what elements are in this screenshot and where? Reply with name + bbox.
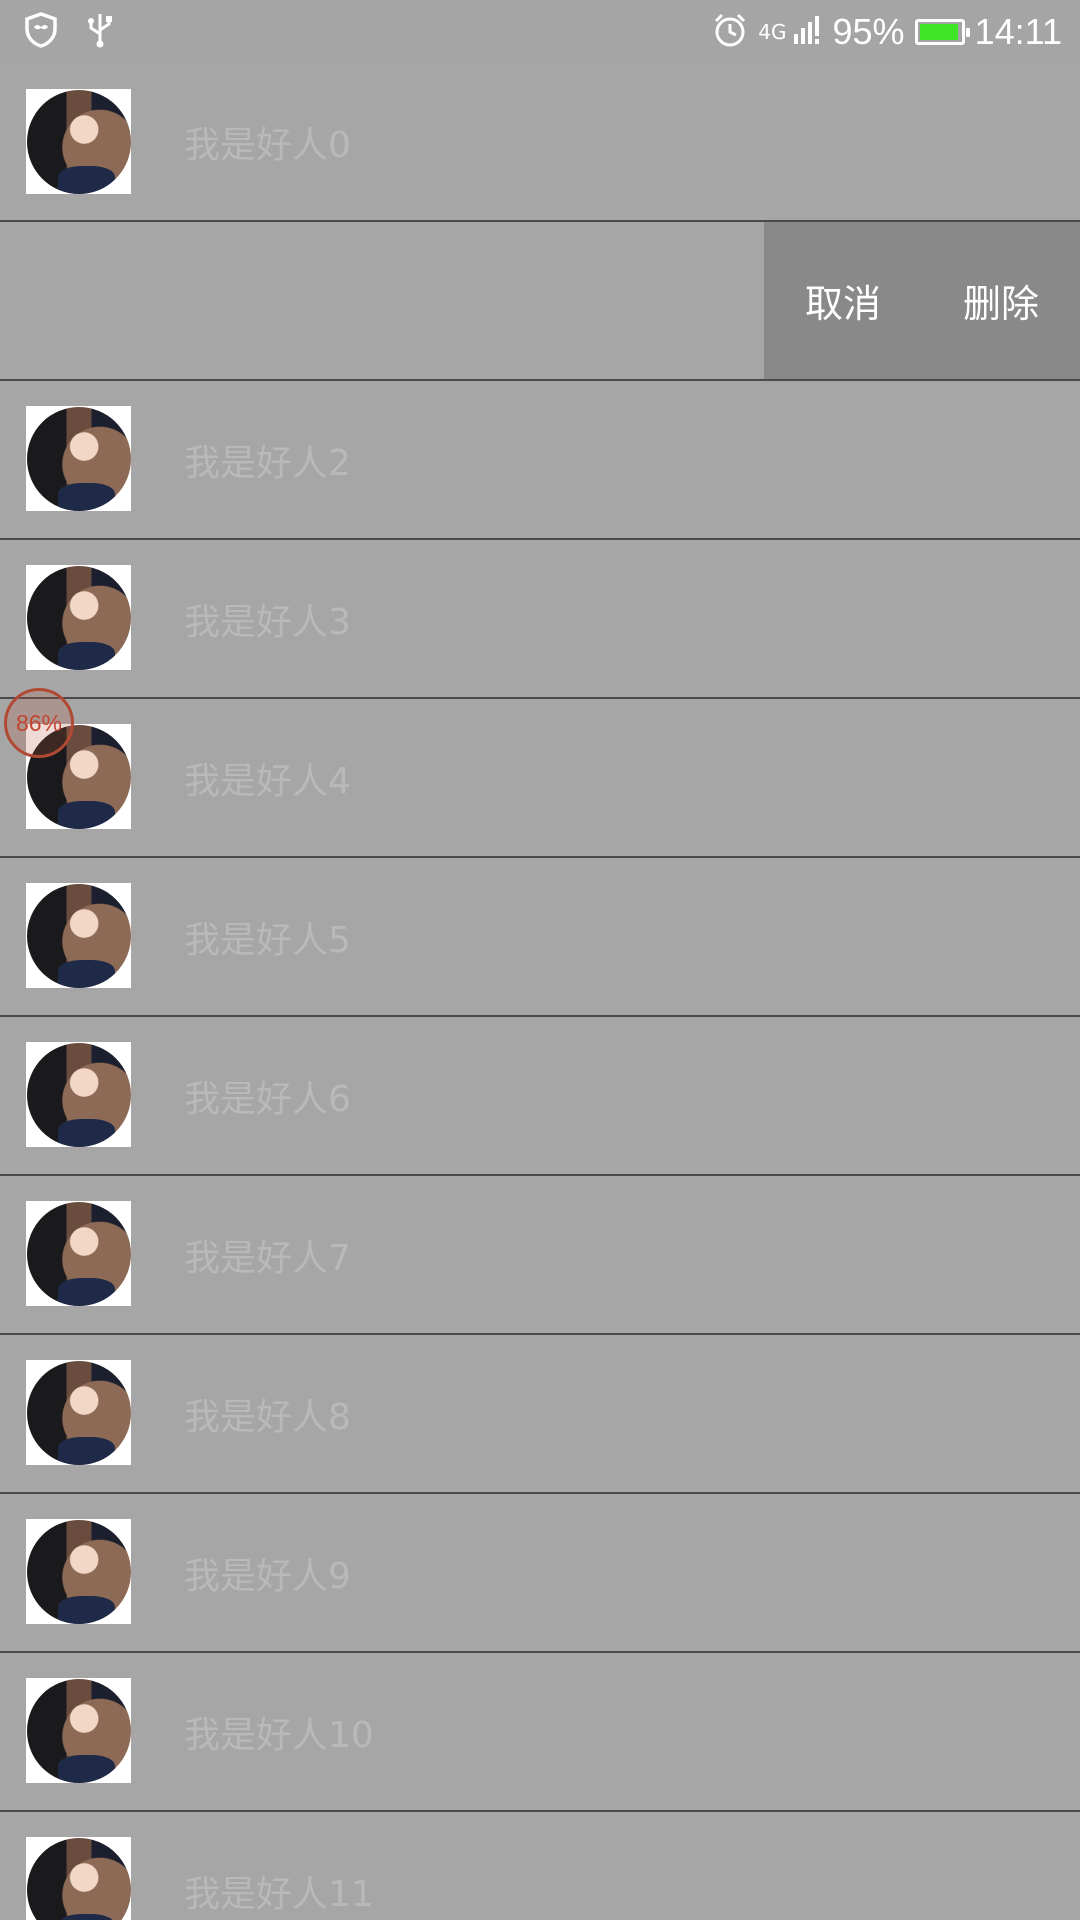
list-item-content[interactable]: 我是好人6	[0, 1017, 1080, 1174]
list-item-content[interactable]: 我是好人7	[0, 1176, 1080, 1333]
list-item[interactable]: 我是好人7	[0, 1176, 1080, 1335]
avatar-image	[26, 883, 131, 988]
shield-icon	[24, 12, 58, 52]
avatar	[26, 1678, 131, 1783]
list-item[interactable]: 我是好人4	[0, 699, 1080, 858]
avatar	[26, 1360, 131, 1465]
avatar	[26, 89, 131, 194]
avatar-image	[26, 406, 131, 511]
list-item-content[interactable]: 我是好人5	[0, 858, 1080, 1015]
avatar	[26, 883, 131, 988]
floating-badge-text: 86%	[15, 709, 63, 736]
alarm-icon	[712, 12, 748, 52]
avatar	[26, 406, 131, 511]
contact-list[interactable]: 我是好人0人1取消删除我是好人2我是好人3我是好人4我是好人5我是好人6我是好人…	[0, 64, 1080, 1920]
avatar-image	[26, 565, 131, 670]
swipe-actions: 取消 删除	[764, 222, 1080, 379]
list-item-content[interactable]: 人1	[0, 222, 764, 379]
list-item-label: 我是好人11	[184, 1873, 374, 1915]
battery-percent: 95%	[832, 11, 905, 52]
list-item-content[interactable]: 我是好人9	[0, 1494, 1080, 1651]
status-left	[24, 12, 114, 52]
list-item-label: 我是好人3	[184, 601, 351, 643]
avatar-image	[26, 1678, 131, 1783]
list-item-content[interactable]: 我是好人10	[0, 1653, 1080, 1810]
avatar	[26, 1837, 131, 1920]
list-item-label: 我是好人0	[184, 125, 351, 166]
list-item-label: 我是好人8	[184, 1396, 351, 1438]
avatar	[26, 1042, 131, 1147]
battery-icon	[914, 19, 970, 45]
list-item-content[interactable]: 我是好人4	[0, 699, 1080, 856]
list-item-content[interactable]: 我是好人3	[0, 540, 1080, 697]
avatar-image	[26, 1519, 131, 1624]
status-bar: 4G 95% 14:11	[0, 0, 1080, 64]
list-item-label: 我是好人9	[184, 1555, 351, 1597]
screen: 4G 95% 14:11 我是好人0人1取消删除我是好人2我是好人3我是好人4我…	[0, 0, 1080, 1920]
list-item-content[interactable]: 我是好人2	[0, 381, 1080, 538]
list-item-label: 我是好人10	[184, 1714, 374, 1756]
list-item-label: 我是好人4	[184, 760, 351, 802]
delete-button[interactable]: 删除	[943, 273, 1059, 328]
avatar	[26, 565, 131, 670]
list-item[interactable]: 我是好人3	[0, 540, 1080, 699]
status-time: 14:11	[974, 11, 1062, 52]
list-item[interactable]: 我是好人0	[0, 64, 1080, 222]
list-item-label: 我是好人6	[184, 1078, 351, 1120]
list-item[interactable]: 人1取消删除	[0, 222, 1080, 381]
list-item-content[interactable]: 我是好人8	[0, 1335, 1080, 1492]
avatar-image	[26, 1201, 131, 1306]
status-right: 4G 95% 14:11	[712, 8, 1062, 56]
list-item[interactable]: 我是好人8	[0, 1335, 1080, 1494]
list-item-content[interactable]: 我是好人11	[0, 1812, 1080, 1920]
list-item[interactable]: 我是好人2	[0, 381, 1080, 540]
list-item[interactable]: 我是好人5	[0, 858, 1080, 1017]
avatar	[26, 1201, 131, 1306]
network-type: 4G	[758, 20, 787, 44]
avatar-image	[26, 89, 131, 194]
usb-icon	[86, 12, 114, 52]
list-item[interactable]: 我是好人11	[0, 1812, 1080, 1920]
list-item-content[interactable]: 我是好人0	[0, 64, 1080, 220]
list-item[interactable]: 我是好人10	[0, 1653, 1080, 1812]
avatar-image	[26, 1042, 131, 1147]
cancel-button[interactable]: 取消	[785, 273, 901, 328]
battery-fill	[919, 24, 958, 40]
avatar-image	[26, 1837, 131, 1920]
list-item[interactable]: 我是好人9	[0, 1494, 1080, 1653]
list-item[interactable]: 我是好人6	[0, 1017, 1080, 1176]
avatar-image	[26, 1360, 131, 1465]
list-item-label: 我是好人5	[184, 919, 351, 961]
list-item-label: 我是好人7	[184, 1237, 351, 1279]
floating-progress-badge[interactable]: 86%	[4, 688, 74, 758]
list-item-label: 我是好人2	[184, 442, 351, 484]
avatar	[26, 1519, 131, 1624]
signal-icon	[793, 14, 823, 50]
